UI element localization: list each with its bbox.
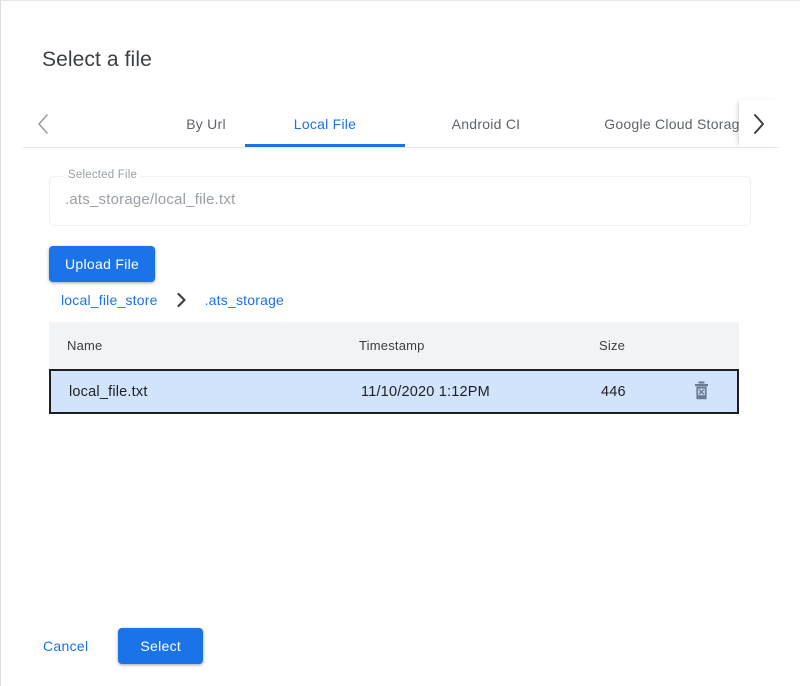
breadcrumb-item-ats-storage[interactable]: .ats_storage — [205, 292, 284, 308]
tab-label: Android CI — [452, 116, 521, 132]
tab-local-file[interactable]: Local File — [245, 100, 405, 147]
delete-trash-icon — [693, 381, 710, 404]
upload-file-button[interactable]: Upload File — [49, 246, 155, 282]
table-header-row: Name Timestamp Size — [49, 322, 739, 369]
tab-scroll-next-button[interactable] — [739, 100, 779, 147]
breadcrumb-item-local-file-store[interactable]: local_file_store — [61, 292, 158, 308]
selected-file-input[interactable]: Selected File .ats_storage/local_file.tx… — [49, 176, 751, 226]
select-file-dialog: Select a file By Url Local File Android … — [0, 0, 800, 686]
chevron-left-icon — [36, 113, 50, 135]
cell-file-name: local_file.txt — [69, 371, 148, 412]
cancel-button[interactable]: Cancel — [27, 628, 104, 664]
tab-label: Google Cloud Storage — [604, 116, 748, 132]
tab-active-underline — [245, 144, 405, 147]
cell-file-timestamp: 11/10/2020 1:12PM — [361, 371, 490, 412]
delete-file-button[interactable] — [687, 378, 715, 406]
tab-bar-divider — [23, 147, 779, 148]
tab-label: By Url — [186, 116, 226, 132]
tab-list: By Url Local File Android CI Google Clou… — [65, 100, 739, 147]
column-header-name: Name — [67, 322, 102, 369]
page-title: Select a file — [42, 45, 152, 75]
selected-file-label: Selected File — [64, 169, 141, 181]
cell-file-size: 446 — [601, 371, 626, 412]
tab-android-ci[interactable]: Android CI — [405, 100, 567, 147]
selected-file-value: .ats_storage/local_file.txt — [65, 191, 236, 208]
column-header-timestamp: Timestamp — [359, 322, 425, 369]
tab-bar: By Url Local File Android CI Google Clou… — [23, 100, 779, 148]
chevron-right-icon — [176, 292, 187, 308]
chevron-right-icon — [752, 113, 766, 135]
tab-scroll-prev-button[interactable] — [23, 100, 63, 147]
column-header-size: Size — [599, 322, 625, 369]
table-row[interactable]: local_file.txt 11/10/2020 1:12PM 446 — [49, 369, 739, 414]
tab-label: Local File — [294, 116, 356, 132]
breadcrumb: local_file_store .ats_storage — [61, 290, 284, 310]
select-button[interactable]: Select — [118, 628, 203, 664]
dialog-footer: Cancel Select — [27, 628, 203, 664]
file-table: Name Timestamp Size local_file.txt 11/10… — [49, 322, 739, 414]
